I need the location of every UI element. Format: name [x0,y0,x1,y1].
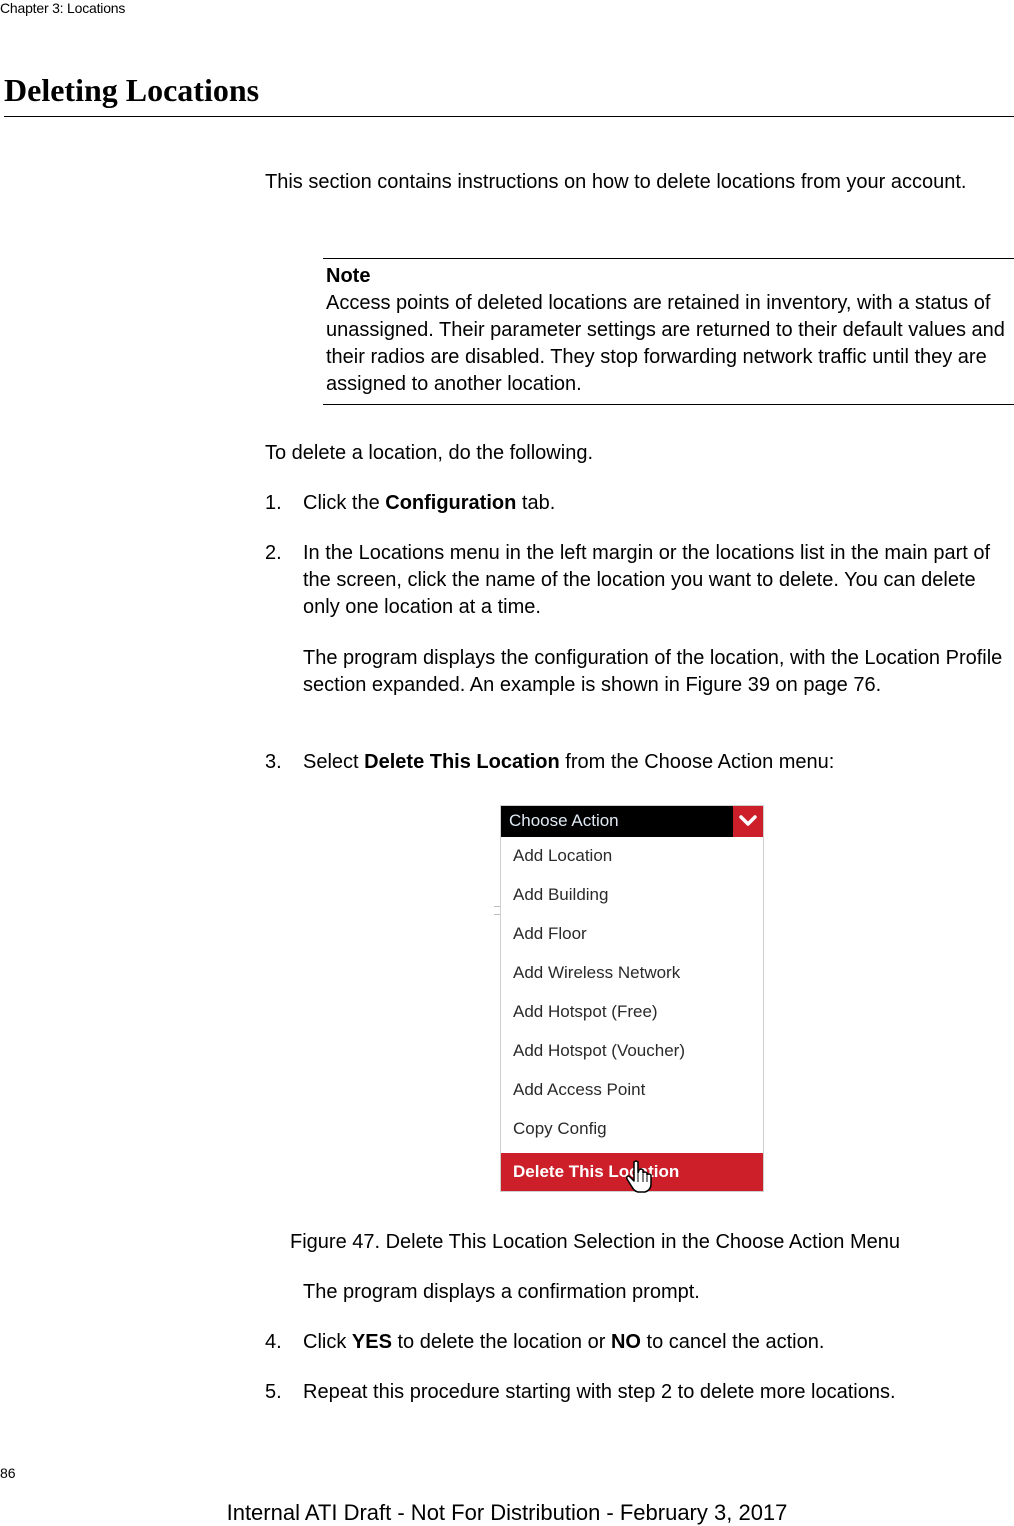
running-head: Chapter 3: Locations [0,0,126,16]
step-bold-term: Configuration [385,492,517,514]
menu-item-add-location[interactable]: Add Location [501,837,763,875]
step-text-pre: Select [303,751,365,773]
menu-item-add-hotspot-free[interactable]: Add Hotspot (Free) [501,993,763,1031]
step-text: In the Locations menu in the left margin… [303,542,991,618]
menu-item-add-floor[interactable]: Add Floor [501,915,763,953]
menu-item-add-wireless-network[interactable]: Add Wireless Network [501,954,763,992]
title-rule [4,116,1014,117]
chevron-down-icon[interactable] [733,806,763,837]
lead-paragraph: To delete a location, do the following. [265,442,593,464]
step-number: 4. [265,1331,282,1353]
figure-caption: Figure 47. Delete This Location Selectio… [290,1231,900,1253]
step-text-mid: to delete the location or [391,1331,611,1353]
step-text: Repeat this procedure starting with step… [303,1381,896,1403]
section-title: Deleting Locations [4,72,260,108]
step-text-post: tab. [516,492,556,514]
note-body: Access points of deleted locations are r… [326,292,1005,395]
step-text: Select Delete This Location from the Cho… [303,749,1013,776]
step-number: 1. [265,492,282,514]
hand-pointer-icon [625,1160,655,1199]
step-number: 2. [265,542,282,564]
step-bold-term: NO [610,1331,641,1353]
step-number: 5. [265,1381,282,1403]
note-box: Note Access points of deleted locations … [323,258,1014,405]
page-number: 86 [0,1465,16,1481]
note-title: Note [326,265,371,287]
step-text: Click YES to delete the location or NO t… [303,1329,1013,1356]
choose-action-label: Choose Action [509,811,619,830]
step-text: Click the Configuration tab. [303,490,1013,517]
choose-action-menu: Choose Action Add Location Add Building … [500,805,764,1192]
step-bold-term: Delete This Location [364,751,560,773]
step-bold-term: YES [351,1331,392,1353]
choose-action-dropdown[interactable]: Choose Action [501,806,763,837]
step-text-pre: Click the [303,492,386,514]
menu-item-add-access-point[interactable]: Add Access Point [501,1071,763,1109]
menu-item-add-building[interactable]: Add Building [501,876,763,914]
step-text-post: to cancel the action. [640,1331,825,1353]
step-text-pre: Click [303,1331,352,1353]
step-2-result: The program displays the configuration o… [303,647,1003,696]
confirmation-text: The program displays a confirmation prom… [303,1281,700,1303]
menu-item-add-hotspot-voucher[interactable]: Add Hotspot (Voucher) [501,1032,763,1070]
step-text-post: from the Choose Action menu: [559,751,835,773]
step-number: 3. [265,751,282,773]
intro-paragraph: This section contains instructions on ho… [265,171,967,193]
draft-notice: Internal ATI Draft - Not For Distributio… [226,1500,788,1525]
menu-item-copy-config[interactable]: Copy Config [501,1110,763,1148]
